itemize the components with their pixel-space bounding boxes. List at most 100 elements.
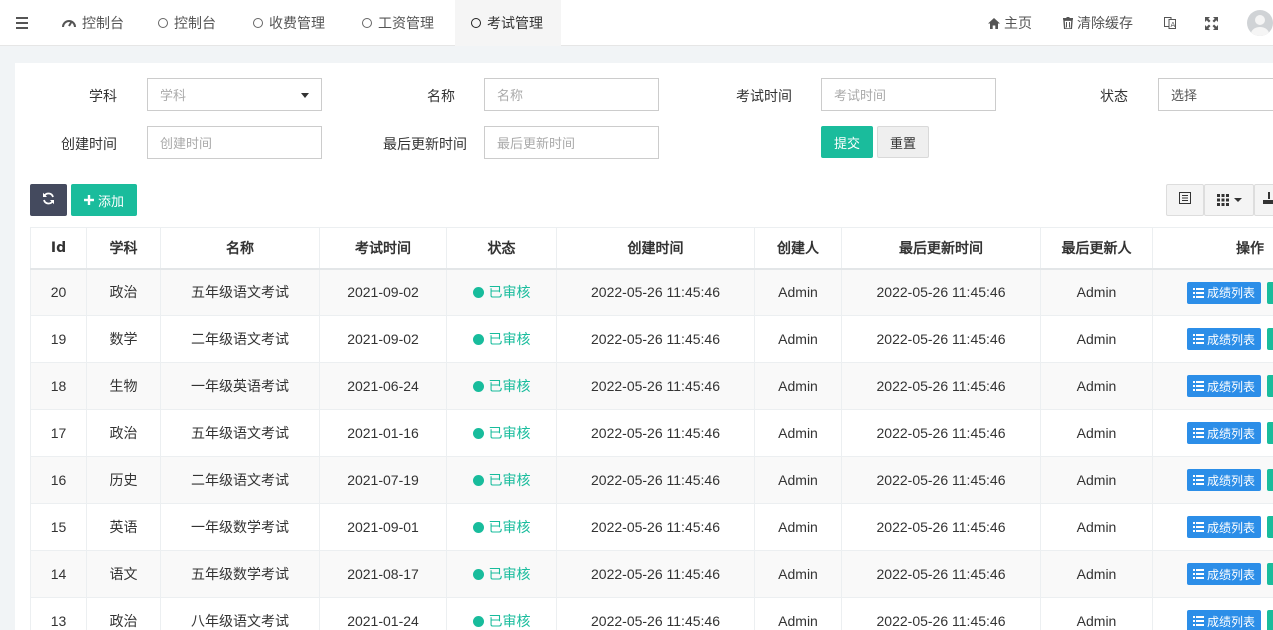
cell-create-time: 2022-05-26 11:45:46 [556,550,755,598]
cell-id: 13 [30,597,87,630]
tab-dashboard[interactable]: 控制台 [62,0,124,46]
cell-updater: Admin [1040,597,1153,630]
column-header-exam-time[interactable]: 考试时间 [319,227,447,270]
column-header-status[interactable]: 状态 [446,227,557,270]
column-header-updater[interactable]: 最后更新人 [1040,227,1153,270]
score-list-button[interactable]: 成绩列表 [1187,563,1261,585]
column-header-actions: 操作 [1152,227,1273,270]
column-header-subject[interactable]: 学科 [86,227,161,270]
list-view-icon [1179,192,1191,208]
table-row[interactable]: 18 生物 一年级英语考试 2021-06-24 已审核 2022-05-26 11:45… [30,362,1273,410]
edit-button[interactable] [1267,375,1273,397]
table-row[interactable]: 15 英语 一年级数学考试 2021-09-01 已审核 2022-05-26 11:45… [30,503,1273,551]
translate-button[interactable]: A [1164,0,1180,46]
edit-button[interactable] [1267,328,1273,350]
table-row[interactable]: 19 数学 二年级语文考试 2021-09-02 已审核 2022-05-26 11:45… [30,315,1273,363]
score-list-label: 成绩列表 [1206,473,1255,488]
score-list-label: 成绩列表 [1206,332,1255,347]
exam-time-input[interactable]: 考试时间 [821,78,996,111]
subject-select[interactable]: 学科 [147,78,322,111]
name-label: 名称 [427,89,455,105]
score-list-button[interactable]: 成绩列表 [1187,328,1261,350]
column-header-create-time[interactable]: 创建时间 [556,227,755,270]
edit-button[interactable] [1267,610,1273,630]
column-header-name[interactable]: 名称 [160,227,320,270]
table-row[interactable]: 13 政治 八年级语文考试 2021-01-24 已审核 2022-05-26 11:45… [30,597,1273,630]
create-time-input[interactable]: 创建时间 [147,126,322,159]
list-icon [1192,287,1204,298]
status-dot-icon [472,286,484,298]
score-list-button[interactable]: 成绩列表 [1187,422,1261,444]
clear-cache-button[interactable]: 清除缓存 [1063,0,1133,46]
add-button[interactable]: 添加 [71,184,137,216]
cell-id: 20 [30,268,87,316]
status-text: 已审核 [488,614,531,630]
update-time-input[interactable]: 最后更新时间 [484,126,659,159]
circle-icon [253,18,263,28]
clear-cache-label: 清除缓存 [1077,16,1133,32]
cell-status: 已审核 [446,315,557,363]
cell-status: 已审核 [446,268,557,316]
cell-subject: 英语 [86,503,161,551]
column-header-creator[interactable]: 创建人 [754,227,842,270]
table-row[interactable]: 20 政治 五年级语文考试 2021-09-02 已审核 2022-05-26 11:45… [30,268,1273,316]
table-row[interactable]: 14 语文 五年级数学考试 2021-08-17 已审核 2022-05-26 11:45… [30,550,1273,598]
cell-update-time: 2022-05-26 11:45:46 [841,597,1041,630]
cell-exam-time: 2021-01-24 [319,597,447,630]
columns-dropdown-button[interactable] [1204,184,1254,216]
name-input[interactable]: 名称 [484,78,659,111]
cell-creator: Admin [754,409,842,457]
status-text: 已审核 [488,520,531,536]
edit-button[interactable] [1267,563,1273,585]
reset-button[interactable]: 重置 [877,126,929,158]
status-text: 已审核 [488,285,531,302]
list-icon [1192,334,1204,344]
cell-exam-time: 2021-07-19 [319,456,447,504]
hamburger-menu-icon[interactable] [10,11,34,35]
cell-status: 已审核 [446,503,557,551]
table-row[interactable]: 16 历史 二年级语文考试 2021-07-19 已审核 2022-05-26 11:45… [30,456,1273,504]
score-list-button[interactable]: 成绩列表 [1187,375,1261,397]
edit-button[interactable] [1267,469,1273,491]
cell-name: 二年级语文考试 [160,315,320,363]
circle-icon [471,18,481,28]
edit-button[interactable] [1267,516,1273,538]
cell-subject: 数学 [86,315,161,363]
cell-creator: Admin [754,456,842,504]
score-list-button[interactable]: 成绩列表 [1187,469,1261,491]
edit-button[interactable] [1267,281,1273,304]
name-input-placeholder: 名称 [497,89,524,104]
cell-name: 五年级数学考试 [160,550,320,598]
export-button[interactable] [1254,184,1273,216]
status-select[interactable]: 选择 [1158,78,1273,111]
tab-fee-management[interactable]: 收费管理 [253,0,325,46]
toggle-view-button[interactable] [1166,184,1204,216]
cell-id: 16 [30,456,87,504]
cell-name: 五年级语文考试 [160,409,320,457]
cell-status: 已审核 [446,456,557,504]
table-row[interactable]: 17 政治 五年级语文考试 2021-01-16 已审核 2022-05-26 11:45… [30,409,1273,457]
status-badge: 已审核 [472,376,531,396]
main-panel: 学科 学科 名称 名称 考试时间 考试时间 状态 选择 创建时间 创建时间 最后… [15,63,1273,630]
cell-subject: 语文 [86,550,161,598]
tab-exam-management[interactable]: 考试管理 [455,0,561,46]
home-link[interactable]: 主页 [988,0,1032,46]
status-badge: 已审核 [472,611,531,630]
score-list-button[interactable]: 成绩列表 [1187,610,1261,630]
column-header-id[interactable]: Id [30,227,87,270]
edit-button[interactable] [1267,422,1273,444]
fullscreen-button[interactable] [1205,0,1222,46]
tab-dashboard-2[interactable]: 控制台 [158,0,216,46]
submit-button[interactable]: 提交 [821,126,873,158]
list-icon [1192,616,1204,626]
score-list-button[interactable]: 成绩列表 [1187,516,1261,538]
refresh-button[interactable] [30,184,67,216]
status-dot-icon [472,427,484,439]
list-icon [1192,569,1204,579]
update-time-placeholder: 最后更新时间 [497,137,576,152]
column-header-update-time[interactable]: 最后更新时间 [841,227,1041,270]
user-avatar[interactable] [1247,10,1273,36]
list-icon [1192,428,1204,438]
tab-salary-management[interactable]: 工资管理 [362,0,434,46]
score-list-button[interactable]: 成绩列表 [1187,281,1261,304]
